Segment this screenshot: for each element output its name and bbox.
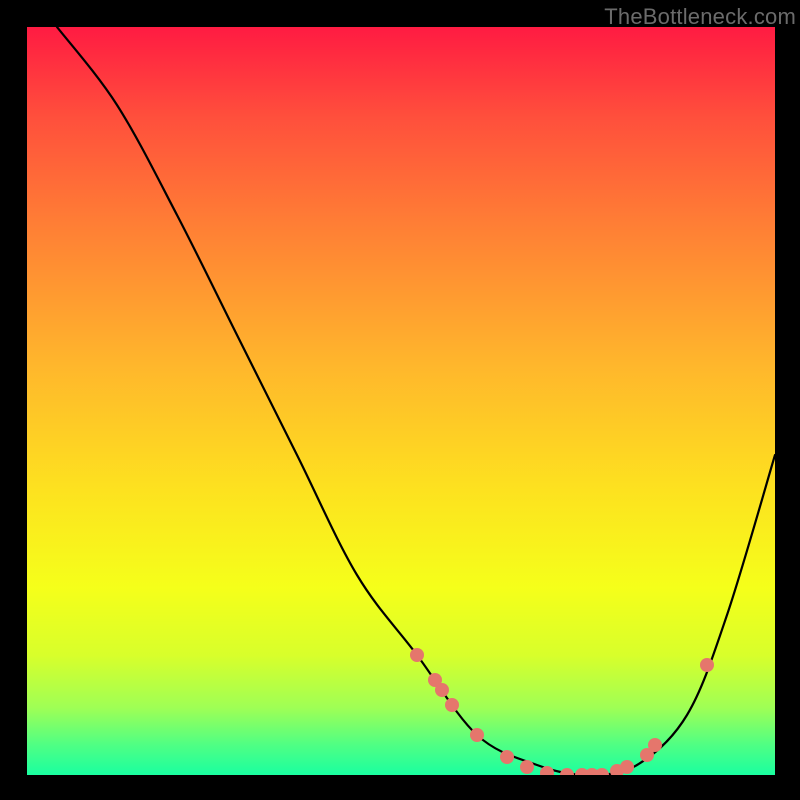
data-point: [435, 683, 449, 697]
data-point: [700, 658, 714, 672]
plot-area: [26, 26, 776, 776]
bottleneck-curve: [57, 27, 775, 775]
curve-svg: [27, 27, 775, 775]
data-point: [595, 768, 609, 775]
data-point: [500, 750, 514, 764]
data-point: [445, 698, 459, 712]
data-point: [520, 760, 534, 774]
data-point: [410, 648, 424, 662]
watermark-text: TheBottleneck.com: [604, 4, 796, 30]
data-point: [470, 728, 484, 742]
data-point: [620, 760, 634, 774]
chart-frame: TheBottleneck.com: [0, 0, 800, 800]
data-point: [560, 768, 574, 775]
data-point: [648, 738, 662, 752]
